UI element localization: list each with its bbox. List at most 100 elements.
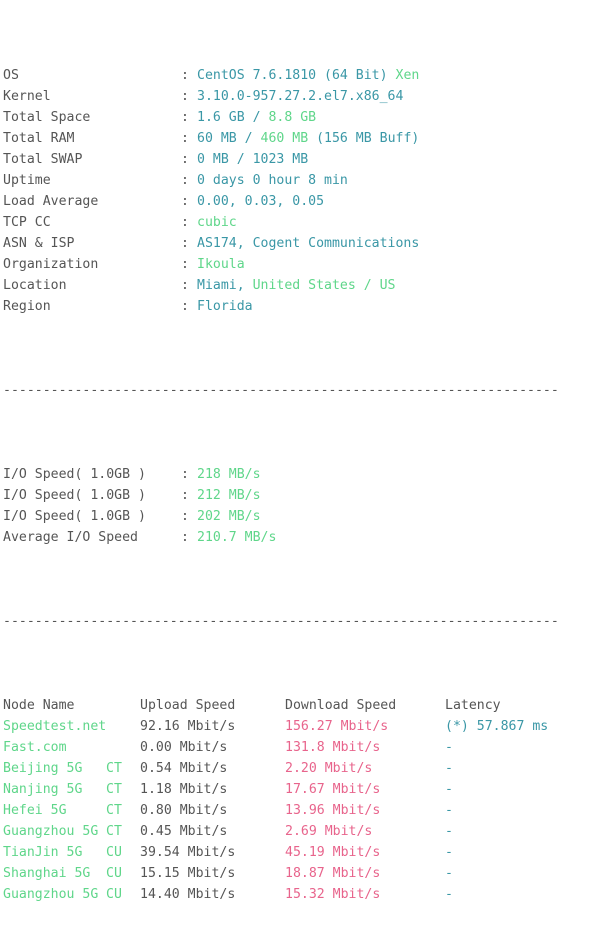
- node-isp-tag: CU: [106, 866, 122, 881]
- sysinfo-row: Organization: Ikoula: [3, 254, 592, 275]
- sysinfo-colon: :: [181, 299, 189, 314]
- cell-node-name: Hefei 5G CT: [3, 800, 140, 821]
- sysinfo-value-part: Florida: [197, 299, 253, 314]
- cell-node-name: Guangzhou 5G CT: [3, 821, 140, 842]
- cell-upload-speed: 1.18 Mbit/s: [140, 782, 228, 797]
- cell-latency: -: [445, 782, 453, 797]
- sysinfo-label: TCP CC: [3, 215, 51, 230]
- sysinfo-value-part: 3.10.0-957.27.2.el7.x86_64: [197, 89, 404, 104]
- sysinfo-row: Kernel:3.10.0-957.27.2.el7.x86_64: [3, 86, 592, 107]
- io-speed-row: I/O Speed( 1.0GB ):202 MB/s: [3, 506, 592, 527]
- node-isp-tag: CT: [106, 803, 122, 818]
- io-speed-colon: :: [181, 488, 189, 503]
- io-speed-label: I/O Speed( 1.0GB ): [3, 509, 146, 524]
- node-name-text: Guangzhou 5G: [3, 887, 99, 902]
- sysinfo-row: Region: Florida: [3, 296, 592, 317]
- sysinfo-colon: :: [181, 194, 189, 209]
- speedtest-row: Guangzhou 5G CT 0.45 Mbit/s 2.69 Mbit/s -: [3, 821, 592, 842]
- sysinfo-label: ASN & ISP: [3, 236, 75, 251]
- cell-latency: (*) 57.867 ms: [445, 719, 549, 734]
- sysinfo-value-part: 0 MB / 1023 MB: [197, 152, 309, 167]
- sysinfo-colon: :: [181, 152, 189, 167]
- sysinfo-row: Total SWAP:0 MB / 1023 MB: [3, 149, 592, 170]
- cell-latency: -: [445, 845, 453, 860]
- system-info-block: OS: CentOS 7.6.1810 (64 Bit) Xen Kernel:3.…: [3, 65, 592, 317]
- cell-download-speed: 2.69 Mbit/s: [285, 824, 373, 839]
- io-speed-colon: :: [181, 530, 189, 545]
- speedtest-header-row: Node Name Upload Speed Download Speed Laten…: [3, 695, 592, 716]
- cell-upload-speed: 0.80 Mbit/s: [140, 803, 228, 818]
- sysinfo-value-part: Ikoula: [197, 257, 245, 272]
- sysinfo-value-part: United States / US: [252, 278, 396, 293]
- node-name-text: Nanjing 5G: [3, 782, 83, 797]
- sysinfo-colon: :: [181, 236, 189, 251]
- sysinfo-value-part: Xen: [395, 68, 420, 83]
- cell-download-speed: 2.20 Mbit/s: [285, 761, 373, 776]
- cell-upload-speed: 92.16 Mbit/s: [140, 719, 236, 734]
- node-name-text: Speedtest.net: [3, 719, 107, 734]
- sysinfo-colon: :: [181, 131, 189, 146]
- sysinfo-value-part: 60 MB: [197, 131, 245, 146]
- cell-download-speed: 15.32 Mbit/s: [285, 887, 381, 902]
- sysinfo-label: Uptime: [3, 173, 51, 188]
- sysinfo-colon: :: [181, 110, 189, 125]
- speedtest-row: Nanjing 5G CT 1.18 Mbit/s 17.67 Mbit/s -: [3, 779, 592, 800]
- cell-node-name: Speedtest.net: [3, 716, 140, 737]
- sysinfo-row: TCP CC: cubic: [3, 212, 592, 233]
- cell-download-speed: 45.19 Mbit/s: [285, 845, 381, 860]
- cell-latency: -: [445, 761, 453, 776]
- speedtest-row: Guangzhou 5G CU 14.40 Mbit/s 15.32 Mbit/s -: [3, 884, 592, 905]
- sysinfo-value-part: AS174, Cogent Communications: [197, 236, 420, 251]
- header-download-speed: Download Speed: [285, 698, 397, 713]
- sysinfo-colon: :: [181, 215, 189, 230]
- node-name-text: Guangzhou 5G: [3, 824, 99, 839]
- cell-upload-speed: 0.54 Mbit/s: [140, 761, 228, 776]
- header-latency: Latency: [445, 698, 501, 713]
- io-speed-label: I/O Speed( 1.0GB ): [3, 488, 146, 503]
- cell-download-speed: 13.96 Mbit/s: [285, 803, 381, 818]
- sysinfo-label: Total SWAP: [3, 152, 83, 167]
- sysinfo-label: Total RAM: [3, 131, 75, 146]
- io-speed-row: I/O Speed( 1.0GB ):212 MB/s: [3, 485, 592, 506]
- cell-upload-speed: 39.54 Mbit/s: [140, 845, 236, 860]
- io-speed-value: 202 MB/s: [197, 509, 261, 524]
- speedtest-row: Fast.com 0.00 Mbit/s 131.8 Mbit/s -: [3, 737, 592, 758]
- cell-node-name: Guangzhou 5G CU: [3, 884, 140, 905]
- cell-node-name: Nanjing 5G CT: [3, 779, 140, 800]
- sysinfo-value-part: /: [244, 131, 261, 146]
- separator-line-2: ----------------------------------------…: [3, 614, 559, 629]
- node-name-text: Beijing 5G: [3, 761, 83, 776]
- sysinfo-value-part: 0.00, 0.03, 0.05: [197, 194, 325, 209]
- cell-upload-speed: 15.15 Mbit/s: [140, 866, 236, 881]
- sysinfo-label: Organization: [3, 257, 99, 272]
- sysinfo-value-part: 0 days 0 hour 8 min: [197, 173, 348, 188]
- sysinfo-value-part: /: [252, 110, 269, 125]
- speedtest-row: Shanghai 5G CU 15.15 Mbit/s 18.87 Mbit/s -: [3, 863, 592, 884]
- cell-upload-speed: 0.00 Mbit/s: [140, 740, 228, 755]
- sysinfo-label: Region: [3, 299, 51, 314]
- terminal-output: OS: CentOS 7.6.1810 (64 Bit) Xen Kernel:3.…: [0, 0, 592, 947]
- io-speed-value: 210.7 MB/s: [197, 530, 277, 545]
- sysinfo-label: Location: [3, 278, 67, 293]
- io-speed-label: Average I/O Speed: [3, 530, 138, 545]
- cell-node-name: Shanghai 5G CU: [3, 863, 140, 884]
- sysinfo-value-part: 8.8 GB: [268, 110, 317, 125]
- node-isp-tag: CT: [106, 824, 122, 839]
- header-node-name: Node Name: [3, 698, 75, 713]
- sysinfo-row: ASN & ISP: AS174, Cogent Communications: [3, 233, 592, 254]
- sysinfo-row: Uptime:0 days 0 hour 8 min: [3, 170, 592, 191]
- speedtest-row: TianJin 5G CU 39.54 Mbit/s 45.19 Mbit/s -: [3, 842, 592, 863]
- io-speed-label: I/O Speed( 1.0GB ): [3, 467, 146, 482]
- node-name-text: Hefei 5G: [3, 803, 67, 818]
- sysinfo-label: OS: [3, 68, 19, 83]
- sysinfo-value-part: CentOS 7.6.1810 (64 Bit): [197, 68, 396, 83]
- speedtest-row: Hefei 5G CT 0.80 Mbit/s 13.96 Mbit/s -: [3, 800, 592, 821]
- cell-download-speed: 18.87 Mbit/s: [285, 866, 381, 881]
- speedtest-row: Speedtest.net 92.16 Mbit/s 156.27 Mbit/s (*…: [3, 716, 592, 737]
- cell-latency: -: [445, 803, 453, 818]
- cell-latency: -: [445, 887, 453, 902]
- sysinfo-row: Total RAM:60 MB / 460 MB (156 MB Buff): [3, 128, 592, 149]
- cell-node-name: Beijing 5G CT: [3, 758, 140, 779]
- sysinfo-colon: :: [181, 257, 189, 272]
- cell-latency: -: [445, 740, 453, 755]
